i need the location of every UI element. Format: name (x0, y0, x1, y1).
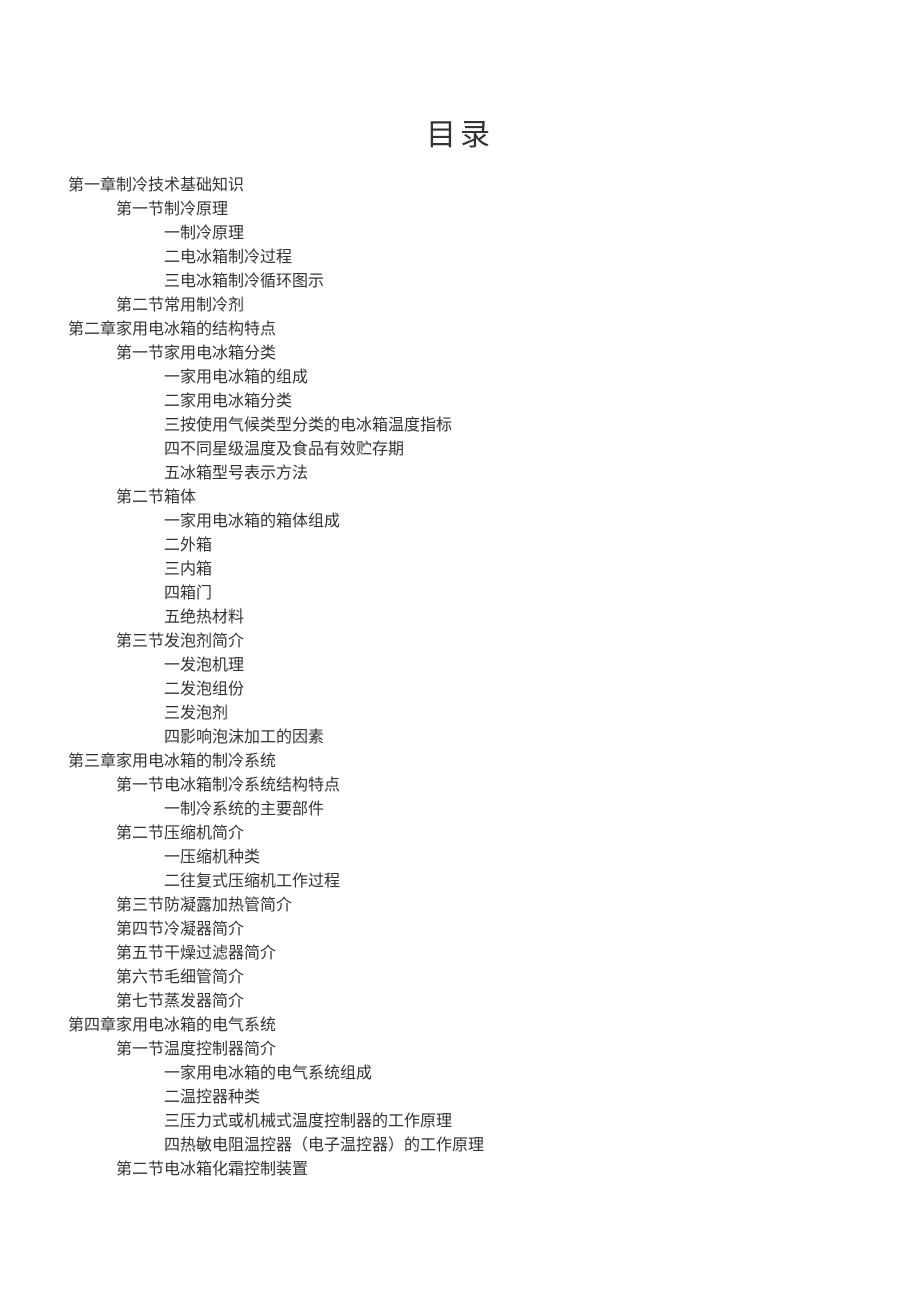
toc-item: 二电冰箱制冷过程 (68, 246, 852, 270)
toc-item: 一家用电冰箱的组成 (68, 366, 852, 390)
toc-section: 第三节发泡剂简介 (68, 630, 852, 654)
toc-chapter: 第三章家用电冰箱的制冷系统 (68, 750, 852, 774)
toc-item: 四影响泡沫加工的因素 (68, 726, 852, 750)
toc-item: 三发泡剂 (68, 702, 852, 726)
toc-item: 一家用电冰箱的电气系统组成 (68, 1062, 852, 1086)
toc-item: 二往复式压缩机工作过程 (68, 870, 852, 894)
toc-section: 第一节家用电冰箱分类 (68, 342, 852, 366)
toc-section: 第一节温度控制器简介 (68, 1038, 852, 1062)
toc-section: 第六节毛细管简介 (68, 966, 852, 990)
toc-item: 四不同星级温度及食品有效贮存期 (68, 438, 852, 462)
toc-item: 四箱门 (68, 582, 852, 606)
toc-section: 第七节蒸发器简介 (68, 990, 852, 1014)
toc-item: 五绝热材料 (68, 606, 852, 630)
toc-item: 一压缩机种类 (68, 846, 852, 870)
toc-chapter: 第一章制冷技术基础知识 (68, 174, 852, 198)
toc-item: 三电冰箱制冷循环图示 (68, 270, 852, 294)
toc-item: 三按使用气候类型分类的电冰箱温度指标 (68, 414, 852, 438)
toc-section: 第二节箱体 (68, 486, 852, 510)
toc-section: 第一节制冷原理 (68, 198, 852, 222)
toc-item: 一家用电冰箱的箱体组成 (68, 510, 852, 534)
document-page: 目录 第一章制冷技术基础知识第一节制冷原理一制冷原理二电冰箱制冷过程三电冰箱制冷… (0, 0, 920, 1182)
page-title: 目录 (68, 110, 852, 154)
toc-item: 五冰箱型号表示方法 (68, 462, 852, 486)
toc-item: 二温控器种类 (68, 1086, 852, 1110)
toc-section: 第三节防凝露加热管简介 (68, 894, 852, 918)
toc-section: 第二节电冰箱化霜控制装置 (68, 1158, 852, 1182)
toc-chapter: 第四章家用电冰箱的电气系统 (68, 1014, 852, 1038)
toc-item: 二发泡组份 (68, 678, 852, 702)
toc-item: 二家用电冰箱分类 (68, 390, 852, 414)
toc-item: 一发泡机理 (68, 654, 852, 678)
toc-item: 一制冷系统的主要部件 (68, 798, 852, 822)
toc-item: 三压力式或机械式温度控制器的工作原理 (68, 1110, 852, 1134)
toc-section: 第二节常用制冷剂 (68, 294, 852, 318)
toc-section: 第一节电冰箱制冷系统结构特点 (68, 774, 852, 798)
table-of-contents: 第一章制冷技术基础知识第一节制冷原理一制冷原理二电冰箱制冷过程三电冰箱制冷循环图… (68, 174, 852, 1182)
toc-section: 第五节干燥过滤器简介 (68, 942, 852, 966)
toc-item: 一制冷原理 (68, 222, 852, 246)
toc-section: 第四节冷凝器简介 (68, 918, 852, 942)
toc-item: 三内箱 (68, 558, 852, 582)
toc-item: 二外箱 (68, 534, 852, 558)
toc-item: 四热敏电阻温控器（电子温控器）的工作原理 (68, 1134, 852, 1158)
toc-chapter: 第二章家用电冰箱的结构特点 (68, 318, 852, 342)
toc-section: 第二节压缩机简介 (68, 822, 852, 846)
